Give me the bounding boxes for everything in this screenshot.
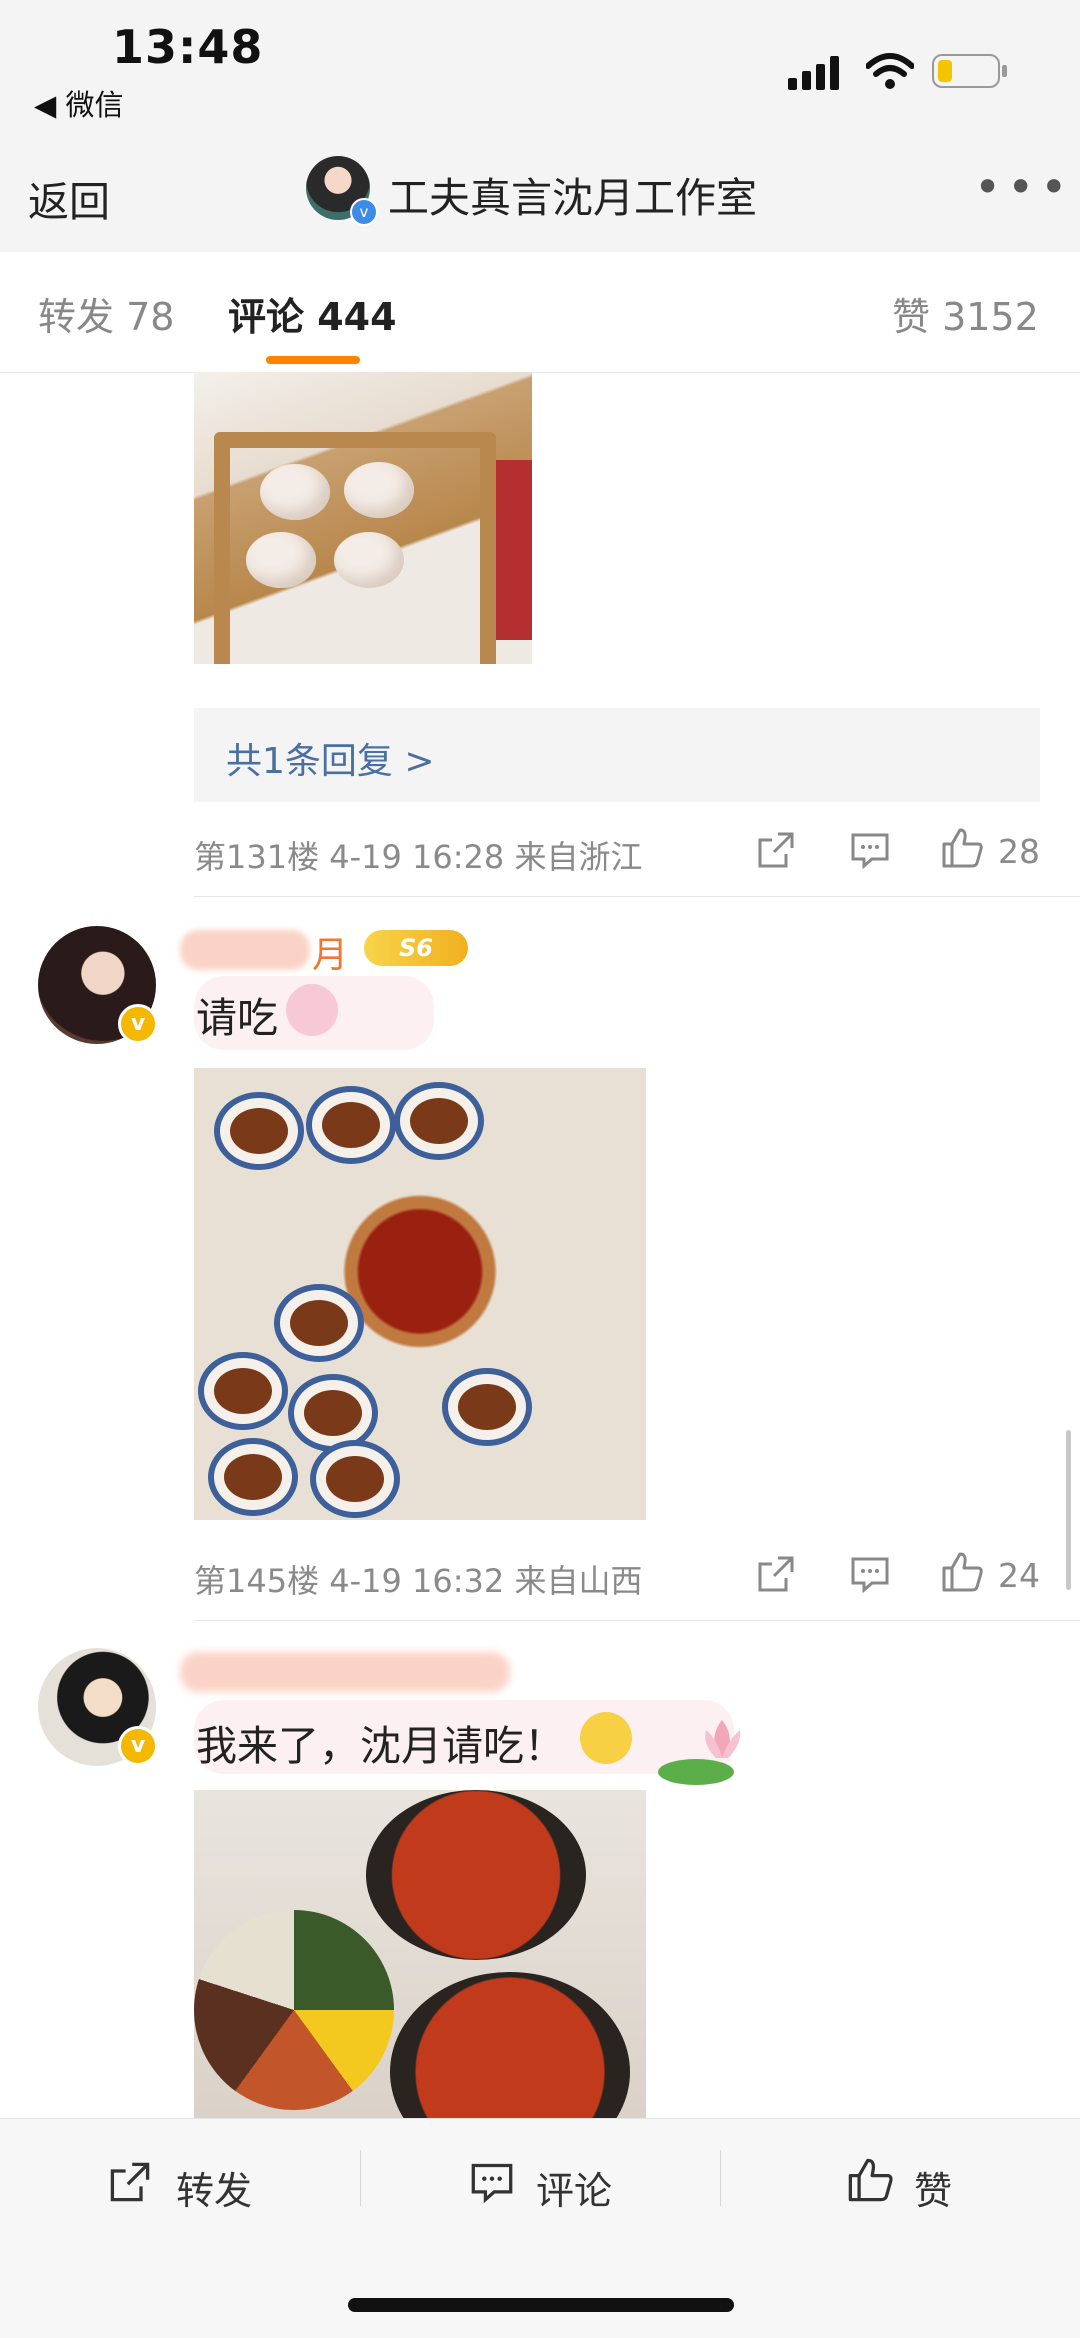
share-icon[interactable]	[108, 2160, 152, 2204]
dumpling	[334, 532, 404, 588]
blurred-username[interactable]	[180, 930, 310, 970]
share-icon[interactable]	[756, 1554, 796, 1594]
comment-photo[interactable]	[194, 1068, 646, 1520]
page-title[interactable]: 工夫真言沈月工作室	[388, 164, 757, 224]
comment-divider	[194, 1620, 1080, 1621]
dish	[366, 1790, 586, 1960]
scroll-indicator[interactable]	[1066, 1430, 1071, 1590]
dish	[442, 1368, 532, 1446]
like-count: 28	[998, 832, 1040, 871]
dumpling	[260, 464, 330, 520]
bunny-emoji-icon	[286, 984, 338, 1036]
like-count: 24	[998, 1556, 1040, 1595]
comment-meta: 第145楼 4-19 16:32 来自山西	[194, 1562, 643, 1600]
like-button[interactable]: 赞	[914, 2160, 952, 2215]
like-icon[interactable]	[940, 1550, 984, 1594]
level-badge: S6	[364, 930, 468, 966]
tab-like[interactable]: 赞 3152	[892, 286, 1039, 341]
bar-separator	[720, 2150, 721, 2206]
verified-gold-icon: v	[118, 1726, 158, 1766]
dish	[306, 1086, 396, 1164]
repost-button[interactable]: 转发	[176, 2160, 252, 2215]
dish	[310, 1440, 400, 1518]
dumpling	[344, 462, 414, 518]
signal-icon	[788, 56, 839, 90]
dish	[198, 1352, 288, 1430]
dish	[214, 1092, 304, 1170]
active-tab-indicator	[266, 356, 360, 364]
verified-gold-icon: v	[118, 1004, 158, 1044]
back-to-wechat-link[interactable]: ◀ 微信	[34, 82, 124, 124]
comment-icon[interactable]	[850, 1554, 890, 1594]
comment-text: 我来了，沈月请吃！	[196, 1722, 565, 1770]
comment-button[interactable]: 评论	[536, 2160, 612, 2215]
reply-summary-link[interactable]: 共1条回复 >	[226, 732, 435, 784]
more-options-icon[interactable]: •••	[974, 160, 1073, 214]
comment-text: 请吃	[196, 994, 278, 1042]
lotus-decoration-icon	[658, 1720, 741, 1785]
dish	[194, 1910, 394, 2110]
dish	[390, 1972, 630, 2120]
wifi-icon	[866, 53, 914, 89]
comment-icon[interactable]	[850, 830, 890, 870]
comment-photo[interactable]	[194, 1790, 646, 2120]
verified-blue-icon: v	[350, 198, 378, 226]
share-icon[interactable]	[756, 830, 796, 870]
like-icon[interactable]	[940, 826, 984, 870]
comment-photo[interactable]	[194, 372, 532, 664]
status-time: 13:48	[112, 20, 264, 74]
dish	[274, 1284, 364, 1362]
blurred-username[interactable]	[180, 1652, 510, 1692]
home-indicator[interactable]	[348, 2298, 734, 2312]
tab-comment[interactable]: 评论 444	[228, 286, 397, 341]
like-icon[interactable]	[846, 2156, 894, 2204]
pleading-face-emoji-icon	[580, 1712, 632, 1764]
bar-separator	[360, 2150, 361, 2206]
battery-icon	[932, 54, 1007, 88]
dish	[208, 1438, 298, 1516]
tab-repost[interactable]: 转发 78	[38, 286, 174, 341]
dish	[394, 1082, 484, 1160]
comment-meta: 第131楼 4-19 16:28 来自浙江	[194, 838, 643, 876]
nav-back-button[interactable]: 返回	[28, 168, 110, 228]
username-visible-part[interactable]: 月	[312, 926, 348, 978]
dumpling	[246, 532, 316, 588]
comment-icon[interactable]	[470, 2160, 514, 2204]
comment-divider	[194, 896, 1080, 897]
plate	[496, 460, 532, 640]
